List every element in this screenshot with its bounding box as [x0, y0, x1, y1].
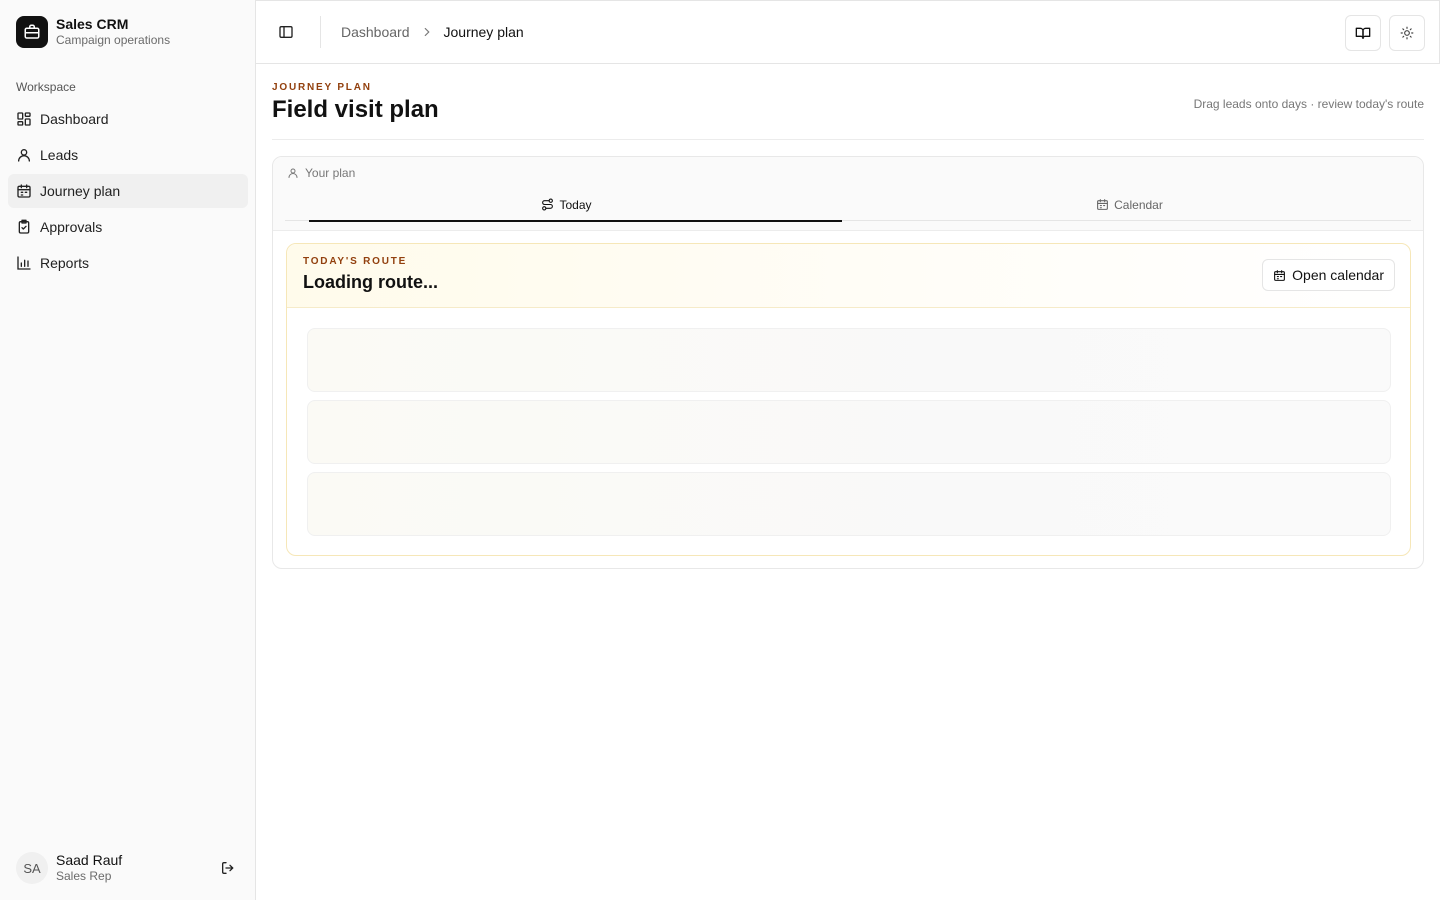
route-loading-list: [307, 328, 1391, 544]
tab-label: Today: [559, 197, 592, 212]
sidebar-item-dashboard[interactable]: Dashboard: [8, 102, 248, 136]
book-open-icon: [1355, 27, 1371, 39]
sidebar-group-label: Workspace: [16, 80, 76, 94]
user-profile: SA Saad Rauf Sales Rep: [16, 852, 240, 884]
todays-route-card: TODAY'S ROUTE Loading route... Open cale…: [286, 243, 1411, 556]
sidebar-item-label: Approvals: [40, 219, 103, 235]
sidebar-item-approvals[interactable]: Approvals: [8, 210, 248, 244]
tab-today[interactable]: Today: [285, 189, 848, 222]
calendar-icon: [1097, 199, 1109, 210]
bar-chart-icon: [17, 256, 31, 270]
sidebar-item-reports[interactable]: Reports: [8, 246, 248, 280]
calendar-icon: [1274, 269, 1286, 281]
open-calendar-button[interactable]: Open calendar: [1262, 259, 1395, 291]
user-icon: [18, 149, 30, 162]
brand-subtitle: Campaign operations: [56, 33, 171, 47]
briefcase-icon: [16, 16, 48, 48]
sidebar-toggle-button[interactable]: [272, 18, 300, 46]
calendar-icon: [17, 184, 31, 198]
page-eyebrow: JOURNEY PLAN: [272, 82, 372, 93]
dashboard-icon: [17, 112, 31, 126]
sidebar: Sales CRM Campaign operations Workspace …: [0, 0, 256, 900]
route-title: Loading route...: [303, 272, 438, 292]
theme-toggle-button[interactable]: [1389, 15, 1425, 51]
sidebar-nav: Dashboard Leads Journey plan Approvals R…: [8, 102, 248, 282]
avatar[interactable]: SA: [16, 852, 48, 884]
route-icon: [542, 198, 554, 211]
plan-tabs: Today Calendar: [285, 189, 1411, 222]
sidebar-toggle-icon: [279, 26, 293, 38]
sidebar-item-journey-plan[interactable]: Journey plan: [8, 174, 248, 208]
top-header: Dashboard Journey plan: [256, 0, 1440, 64]
logout-button[interactable]: [216, 856, 240, 880]
skeleton-row: [307, 328, 1391, 392]
docs-button[interactable]: [1345, 15, 1381, 51]
brand[interactable]: Sales CRM Campaign operations: [16, 16, 170, 48]
route-header: TODAY'S ROUTE Loading route... Open cale…: [287, 244, 1410, 308]
page-divider: [272, 139, 1424, 140]
page-hint: Drag leads onto days · review today's ro…: [1193, 97, 1424, 111]
brand-title: Sales CRM: [56, 16, 129, 32]
logout-icon: [222, 862, 234, 874]
clipboard-check-icon: [18, 219, 30, 234]
skeleton-row: [307, 472, 1391, 536]
sidebar-item-leads[interactable]: Leads: [8, 138, 248, 172]
user-name: Saad Rauf: [56, 852, 123, 868]
tab-label: Calendar: [1114, 197, 1163, 212]
chevron-right-icon: [420, 25, 434, 39]
sidebar-item-label: Dashboard: [40, 111, 109, 127]
user-icon: [288, 168, 298, 178]
plan-label-text: Your plan: [305, 166, 356, 180]
sidebar-item-label: Leads: [40, 147, 79, 163]
sidebar-item-label: Journey plan: [40, 183, 121, 199]
user-role: Sales Rep: [56, 869, 112, 883]
skeleton-row: [307, 400, 1391, 464]
header-divider: [320, 16, 321, 48]
route-eyebrow: TODAY'S ROUTE: [303, 256, 408, 267]
breadcrumb-dashboard[interactable]: Dashboard: [341, 24, 410, 40]
sidebar-item-label: Reports: [40, 255, 90, 271]
breadcrumb-current: Journey plan: [443, 24, 524, 40]
page-title: Field visit plan: [272, 96, 439, 123]
open-calendar-label: Open calendar: [1292, 267, 1384, 283]
sun-icon: [1400, 26, 1414, 40]
tab-calendar[interactable]: Calendar: [848, 189, 1411, 220]
plan-card: Your plan Today Calendar TODAY'S ROUTE L…: [272, 156, 1424, 569]
plan-label: Your plan: [287, 166, 355, 180]
